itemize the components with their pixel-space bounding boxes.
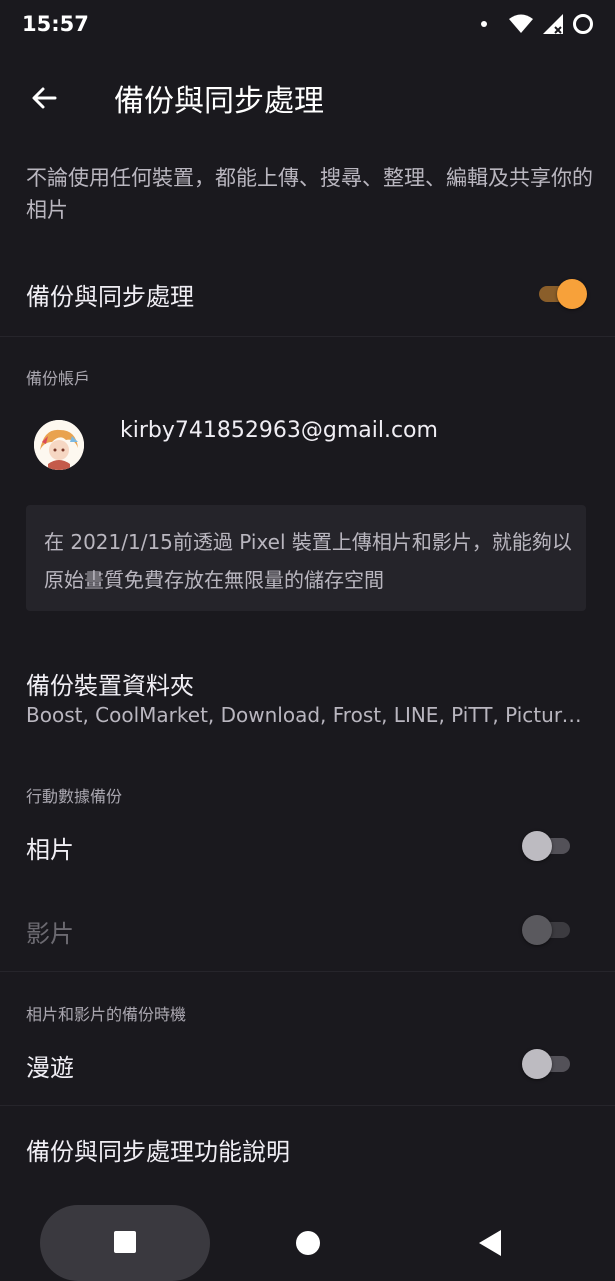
device-folders-subtitle: Boost, CoolMarket, Download, Frost, LINE… — [26, 703, 591, 727]
home-circle-icon[interactable] — [296, 1231, 320, 1255]
divider — [0, 336, 615, 337]
photos-row[interactable]: 相片 — [0, 812, 615, 880]
backup-account-section-label: 備份帳戶 — [26, 369, 91, 388]
notification-dot-icon — [481, 21, 487, 27]
status-icons — [481, 14, 593, 34]
divider — [0, 1105, 615, 1106]
page-title: 備份與同步處理 — [114, 84, 324, 119]
storage-info-text: 在 2021/1/15前透過 Pixel 裝置上傳相片和影片，就能夠以原始畫質免… — [44, 530, 572, 592]
status-time: 15:57 — [22, 12, 89, 36]
mobile-data-section-label: 行動數據備份 — [26, 787, 123, 806]
backup-sync-toggle[interactable] — [535, 276, 587, 310]
roaming-row[interactable]: 漫遊 — [0, 1030, 615, 1098]
photos-label: 相片 — [26, 836, 74, 864]
videos-toggle — [522, 912, 574, 946]
back-triangle-icon[interactable] — [479, 1230, 501, 1256]
divider — [0, 971, 615, 972]
videos-row: 影片 — [0, 896, 615, 964]
navigation-bar — [0, 1200, 615, 1281]
backup-sync-label: 備份與同步處理 — [26, 283, 194, 311]
feature-description: 不論使用任何裝置，都能上傳、搜尋、整理、編輯及共享你的相片 — [26, 166, 593, 222]
help-label: 備份與同步處理功能說明 — [26, 1138, 290, 1166]
photos-toggle[interactable] — [522, 828, 574, 862]
videos-label: 影片 — [26, 920, 74, 948]
account-row[interactable]: kirby741852963@gmail.com — [0, 398, 615, 488]
wifi-icon — [509, 14, 533, 33]
arrow-back-icon — [32, 87, 57, 109]
avatar — [34, 420, 84, 470]
back-button[interactable] — [22, 76, 66, 120]
account-email: kirby741852963@gmail.com — [120, 418, 438, 443]
backup-sync-row[interactable]: 備份與同步處理 — [0, 262, 615, 336]
storage-info-box: 在 2021/1/15前透過 Pixel 裝置上傳相片和影片，就能夠以原始畫質免… — [26, 505, 586, 611]
roaming-label: 漫遊 — [26, 1054, 74, 1082]
device-folders-title: 備份裝置資料夾 — [26, 672, 194, 700]
battery-ring-icon — [573, 14, 593, 34]
status-bar: 15:57 — [0, 0, 615, 52]
signal-icon — [543, 14, 563, 34]
timing-section-label: 相片和影片的備份時機 — [26, 1005, 187, 1024]
help-row[interactable]: 備份與同步處理功能說明 — [0, 1115, 615, 1185]
app-bar: 備份與同步處理 — [0, 60, 615, 130]
roaming-toggle[interactable] — [522, 1046, 574, 1080]
recents-square-icon[interactable] — [114, 1231, 136, 1253]
